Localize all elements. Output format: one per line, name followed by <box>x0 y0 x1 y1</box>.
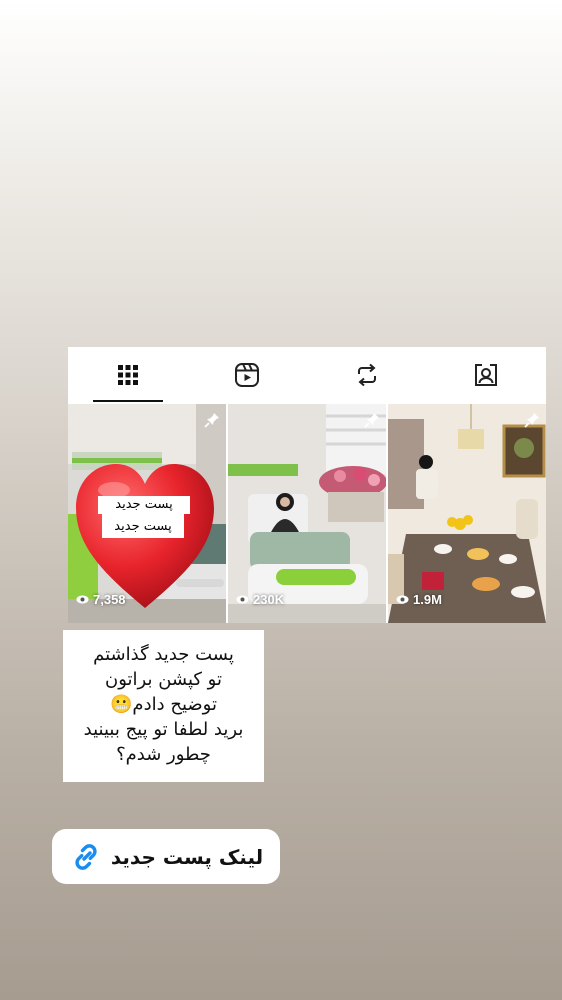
tab-tagged[interactable] <box>427 347 547 403</box>
post-thumbnail[interactable]: 230K <box>228 404 386 623</box>
repost-icon <box>357 363 376 387</box>
view-count: 1.9M <box>396 592 442 607</box>
caption-text-box: پست جدید گذاشتم تو کپشن براتون توضیح داد… <box>63 630 264 782</box>
eye-icon <box>236 595 249 604</box>
caption-line: توضیح دادم😬 <box>110 694 217 715</box>
heart-sticker-label-ghost: پست جدید <box>98 496 190 514</box>
dining-table-image <box>388 404 546 623</box>
post-thumbnail[interactable]: 1.9M <box>388 404 546 623</box>
reels-icon <box>235 363 260 387</box>
link-sticker[interactable]: لینک پست جدید <box>52 829 280 884</box>
heart-sticker-label: پست جدید <box>102 514 184 538</box>
caption-line: برید لطفا تو پیج ببینید <box>83 719 244 740</box>
link-sticker-label: لینک پست جدید <box>110 844 264 869</box>
caption-line: پست جدید گذاشتم <box>93 644 234 665</box>
pin-icon <box>524 413 539 428</box>
view-count: 230K <box>236 592 284 607</box>
grid-icon <box>117 365 138 385</box>
view-count-value: 1.9M <box>413 592 442 607</box>
eye-icon <box>396 595 409 604</box>
caption-line: تو کپشن براتون <box>105 669 222 690</box>
tab-reposts[interactable] <box>307 347 427 403</box>
tagged-icon <box>475 364 498 386</box>
woman-in-hospital-bed-image <box>228 404 386 623</box>
view-count-value: 230K <box>253 592 285 607</box>
pin-icon <box>364 413 379 428</box>
pin-icon <box>204 413 219 428</box>
profile-tab-bar <box>68 347 546 403</box>
link-icon <box>75 843 97 870</box>
active-tab-indicator <box>93 400 163 402</box>
caption-line: چطور شدم؟ <box>116 744 211 765</box>
tab-reels[interactable] <box>188 347 308 403</box>
tab-posts[interactable] <box>68 347 188 403</box>
